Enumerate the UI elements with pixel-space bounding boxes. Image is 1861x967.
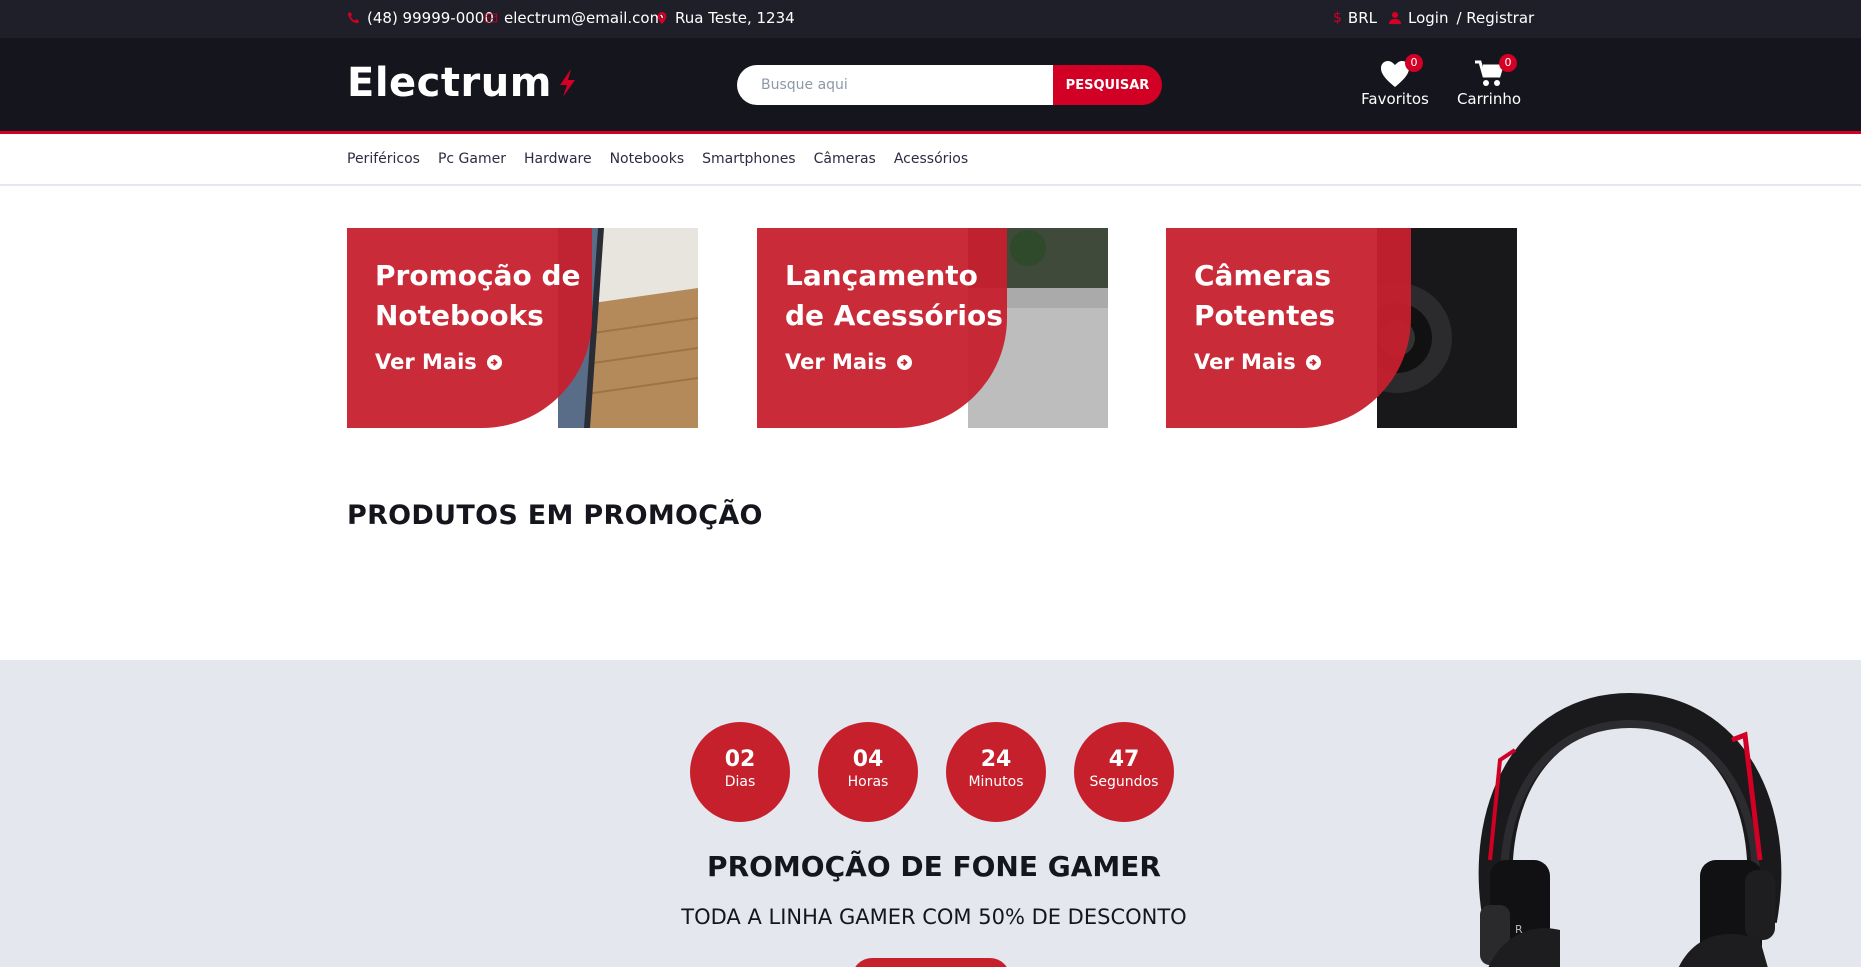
logo[interactable]: Electrum bbox=[347, 60, 580, 106]
nav-item-smartphones[interactable]: Smartphones bbox=[702, 151, 795, 167]
search-form: PESQUISAR bbox=[737, 65, 1162, 105]
currency-link[interactable]: $ BRL bbox=[1333, 9, 1377, 27]
search-button[interactable]: PESQUISAR bbox=[1053, 65, 1162, 105]
email-text: electrum@email.com bbox=[504, 9, 665, 27]
svg-text:R: R bbox=[1515, 923, 1523, 936]
ver-mais-label: Ver Mais bbox=[375, 350, 477, 374]
countdown-value: 47 bbox=[1108, 747, 1140, 772]
nav-item-notebooks[interactable]: Notebooks bbox=[610, 151, 685, 167]
countdown-label: Dias bbox=[724, 774, 756, 790]
cart-label: Carrinho bbox=[1456, 90, 1522, 108]
countdown-days: 02 Dias bbox=[690, 722, 790, 822]
nav-item-pc-gamer[interactable]: Pc Gamer bbox=[438, 151, 506, 167]
address-text: Rua Teste, 1234 bbox=[675, 9, 795, 27]
countdown-value: 04 bbox=[852, 747, 884, 772]
favorites-button[interactable]: 0 Favoritos bbox=[1345, 54, 1445, 108]
section-title: PRODUTOS EM PROMOÇÃO bbox=[347, 500, 763, 531]
arrow-circle-right-icon bbox=[486, 354, 502, 370]
countdown-minutes: 24 Minutos bbox=[946, 722, 1046, 822]
phone-text: (48) 99999-0000 bbox=[367, 9, 494, 27]
login-link[interactable]: Login bbox=[1408, 9, 1448, 27]
arrow-circle-right-icon bbox=[896, 354, 912, 370]
promo-title: Promoção de Notebooks bbox=[375, 259, 581, 332]
currency-text: BRL bbox=[1347, 9, 1377, 27]
nav-item-acessorios[interactable]: Acessórios bbox=[894, 151, 968, 167]
user-icon bbox=[1388, 11, 1402, 25]
favorites-count-badge: 0 bbox=[1405, 54, 1423, 72]
promo-title: Lançamento de Acessórios bbox=[785, 259, 1003, 332]
deal-section: 02 Dias 04 Horas 24 Minutos 47 Segundos … bbox=[0, 660, 1861, 967]
register-link[interactable]: / Registrar bbox=[1456, 9, 1534, 27]
countdown-hours: 04 Horas bbox=[818, 722, 918, 822]
nav-item-perifericos[interactable]: Periféricos bbox=[347, 151, 420, 167]
countdown-value: 02 bbox=[724, 747, 756, 772]
main-header: Electrum PESQUISAR 0 Favoritos 0 Carrinh… bbox=[0, 38, 1861, 134]
ver-mais-link[interactable]: Ver Mais bbox=[375, 350, 502, 374]
countdown-label: Horas bbox=[847, 774, 889, 790]
envelope-icon bbox=[484, 13, 498, 23]
lightning-bolt-icon bbox=[559, 69, 575, 97]
top-bar: (48) 99999-0000 electrum@email.com Rua T… bbox=[0, 0, 1861, 38]
ver-mais-label: Ver Mais bbox=[1194, 350, 1296, 374]
email-link[interactable]: electrum@email.com bbox=[484, 9, 664, 27]
gaming-headphone-image: R bbox=[1478, 692, 1782, 967]
category-nav: Periféricos Pc Gamer Hardware Notebooks … bbox=[0, 137, 1861, 186]
dollar-icon: $ bbox=[1333, 10, 1342, 26]
promo-card-cameras[interactable]: Câmeras Potentes Ver Mais bbox=[1166, 228, 1517, 428]
search-input[interactable] bbox=[737, 65, 1053, 105]
ver-mais-link[interactable]: Ver Mais bbox=[785, 350, 912, 374]
map-marker-icon bbox=[657, 11, 667, 25]
account-links: Login / Registrar bbox=[1388, 9, 1534, 27]
deal-cta-button[interactable] bbox=[852, 958, 1010, 967]
promo-card-acessorios[interactable]: Lançamento de Acessórios Ver Mais bbox=[757, 228, 1108, 428]
nav-item-hardware[interactable]: Hardware bbox=[524, 151, 592, 167]
favorites-label: Favoritos bbox=[1361, 90, 1429, 108]
cart-count-badge: 0 bbox=[1499, 54, 1517, 72]
address-link[interactable]: Rua Teste, 1234 bbox=[655, 9, 795, 27]
cart-button[interactable]: 0 Carrinho bbox=[1439, 54, 1539, 108]
phone-icon bbox=[347, 11, 360, 24]
countdown-seconds: 47 Segundos bbox=[1074, 722, 1174, 822]
countdown-label: Minutos bbox=[968, 774, 1024, 790]
countdown-label: Segundos bbox=[1089, 774, 1159, 790]
arrow-circle-right-icon bbox=[1305, 354, 1321, 370]
countdown-value: 24 bbox=[980, 747, 1012, 772]
ver-mais-label: Ver Mais bbox=[785, 350, 887, 374]
promo-card-notebooks[interactable]: Promoção de Notebooks Ver Mais bbox=[347, 228, 698, 428]
logo-text: Electrum bbox=[347, 60, 552, 106]
phone-link[interactable]: (48) 99999-0000 bbox=[347, 9, 494, 27]
ver-mais-link[interactable]: Ver Mais bbox=[1194, 350, 1321, 374]
nav-item-cameras[interactable]: Câmeras bbox=[814, 151, 876, 167]
promo-title: Câmeras Potentes bbox=[1194, 259, 1336, 332]
